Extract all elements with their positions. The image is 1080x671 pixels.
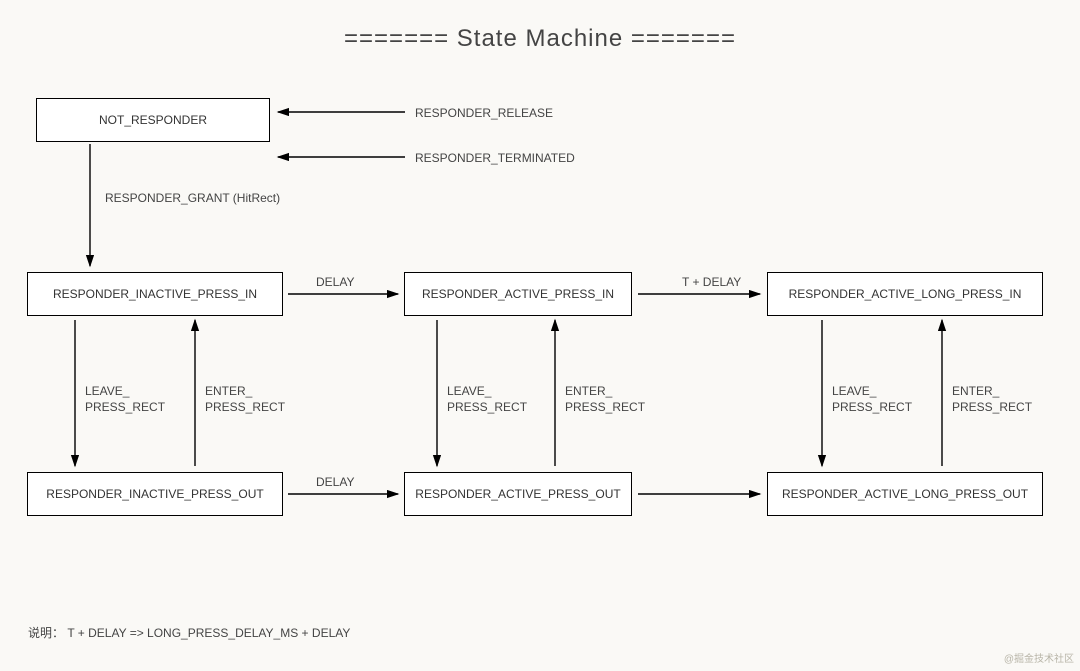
state-responder-active-press-out: RESPONDER_ACTIVE_PRESS_OUT bbox=[404, 472, 632, 516]
state-not-responder: NOT_RESPONDER bbox=[36, 98, 270, 142]
label-leave-press-rect-3: LEAVE_ PRESS_RECT bbox=[832, 383, 912, 415]
label-delay-bottom: DELAY bbox=[316, 474, 354, 490]
label-delay-top: DELAY bbox=[316, 274, 354, 290]
label-responder-release: RESPONDER_RELEASE bbox=[415, 105, 553, 121]
footnote: 说明： T + DELAY => LONG_PRESS_DELAY_MS + D… bbox=[28, 624, 350, 641]
state-responder-active-long-press-out: RESPONDER_ACTIVE_LONG_PRESS_OUT bbox=[767, 472, 1043, 516]
watermark: @掘金技术社区 bbox=[1004, 650, 1074, 665]
state-responder-inactive-press-in: RESPONDER_INACTIVE_PRESS_IN bbox=[27, 272, 283, 316]
label-enter-press-rect-2: ENTER_ PRESS_RECT bbox=[565, 383, 645, 415]
label-t-plus-delay: T + DELAY bbox=[682, 274, 741, 290]
state-responder-inactive-press-out: RESPONDER_INACTIVE_PRESS_OUT bbox=[27, 472, 283, 516]
label-leave-press-rect-2: LEAVE_ PRESS_RECT bbox=[447, 383, 527, 415]
label-responder-grant: RESPONDER_GRANT (HitRect) bbox=[105, 190, 280, 206]
label-enter-press-rect-1: ENTER_ PRESS_RECT bbox=[205, 383, 285, 415]
label-leave-press-rect-1: LEAVE_ PRESS_RECT bbox=[85, 383, 165, 415]
label-responder-terminated: RESPONDER_TERMINATED bbox=[415, 150, 575, 166]
state-responder-active-long-press-in: RESPONDER_ACTIVE_LONG_PRESS_IN bbox=[767, 272, 1043, 316]
state-responder-active-press-in: RESPONDER_ACTIVE_PRESS_IN bbox=[404, 272, 632, 316]
diagram-title: ======= State Machine ======= bbox=[0, 25, 1080, 53]
label-enter-press-rect-3: ENTER_ PRESS_RECT bbox=[952, 383, 1032, 415]
